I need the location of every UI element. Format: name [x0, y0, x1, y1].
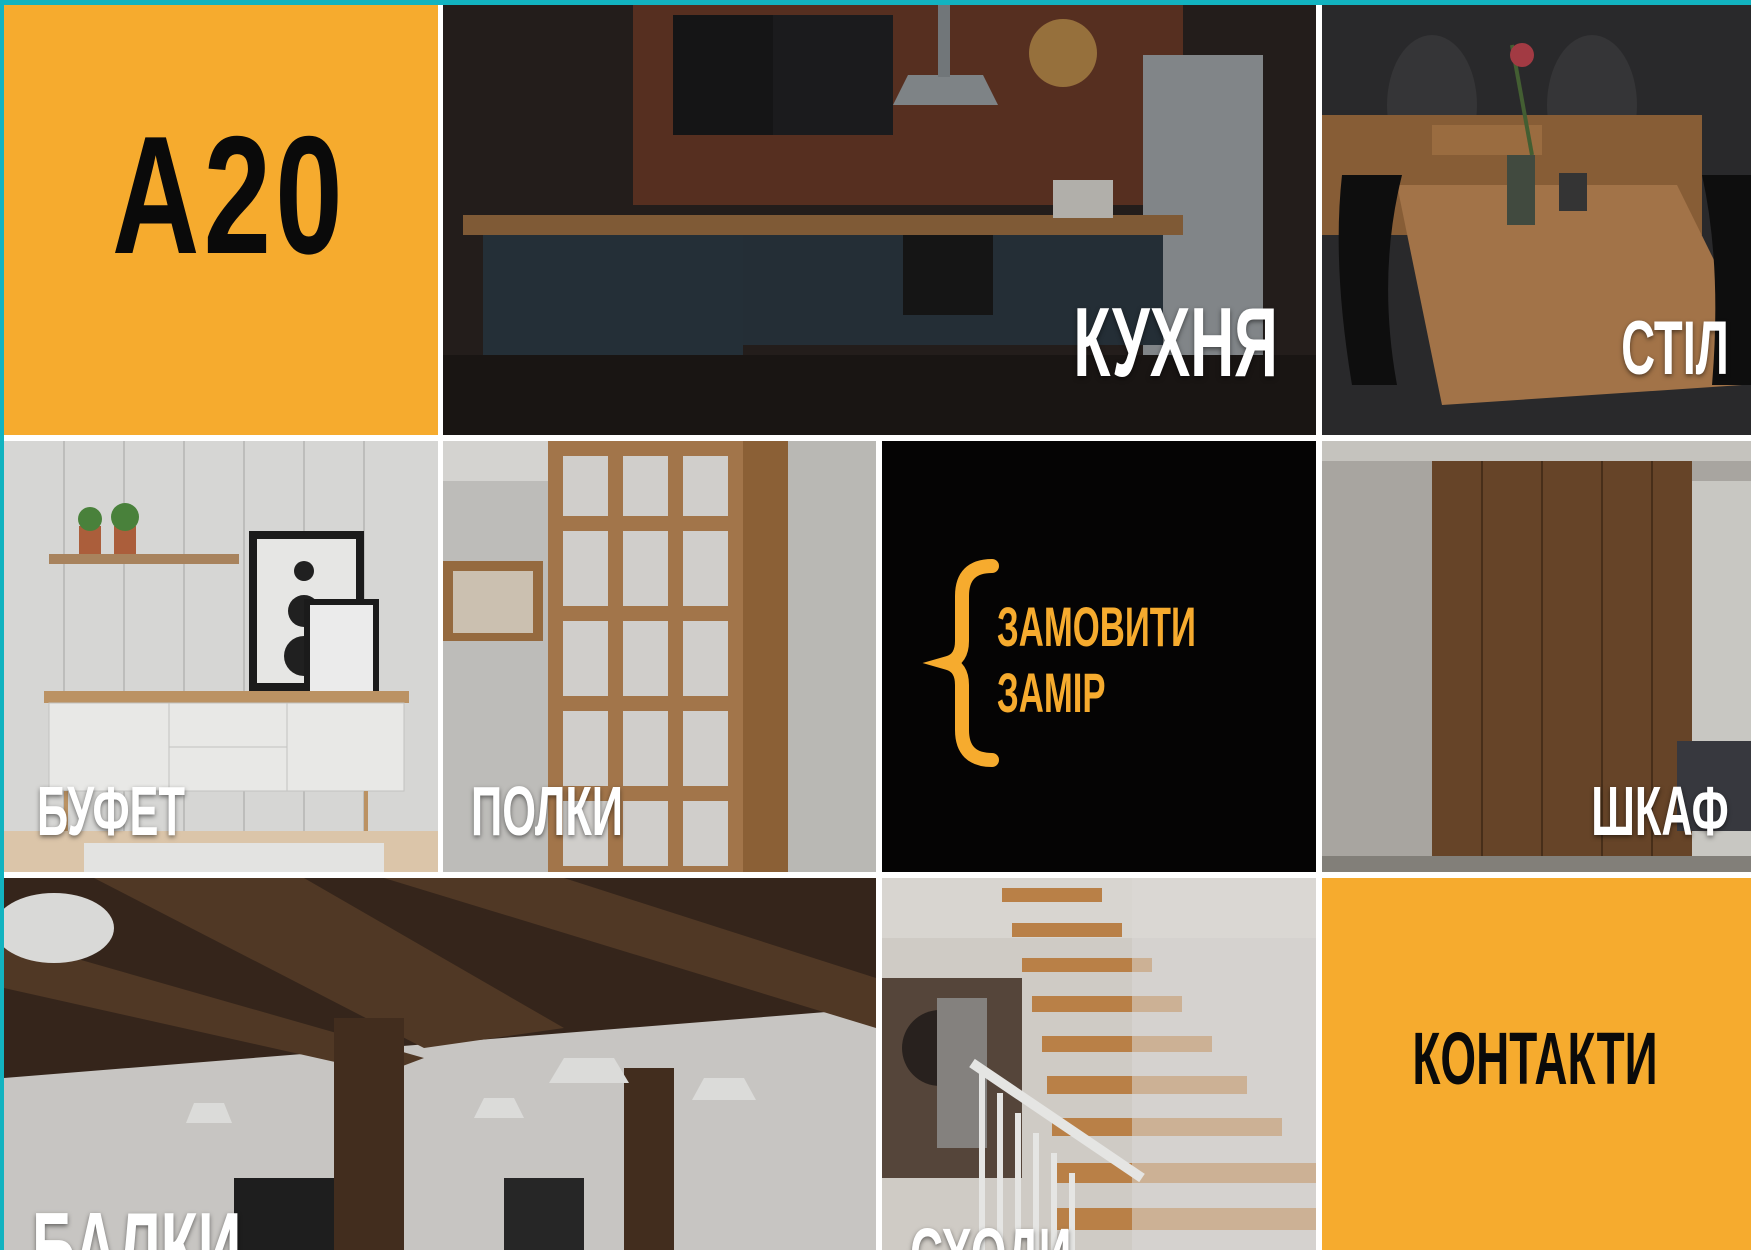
beams-label: БАЛКИ — [32, 1192, 242, 1250]
tile-wardrobe[interactable]: ШКАФ — [1322, 441, 1751, 872]
tile-order-measure[interactable]: ЗАМОВИТИ ЗАМІР — [882, 441, 1316, 872]
stairs-photo — [882, 878, 1316, 1250]
buffet-label: БУФЕТ — [37, 772, 185, 850]
tile-shelves[interactable]: ПОЛКИ — [443, 441, 876, 872]
stairs-label: СХОДИ — [910, 1218, 1072, 1250]
tile-contacts[interactable]: КОНТАКТИ — [1322, 878, 1751, 1250]
logo-text: A20 — [112, 101, 347, 289]
wardrobe-label: ШКАФ — [1591, 772, 1729, 850]
table-label: СТІЛ — [1621, 306, 1729, 391]
tile-buffet[interactable]: БУФЕТ — [4, 441, 438, 872]
order-line-2: ЗАМІР — [997, 661, 1106, 724]
tile-table[interactable]: СТІЛ — [1322, 5, 1751, 435]
tile-stairs[interactable]: СХОДИ — [882, 878, 1316, 1250]
order-line-1: ЗАМОВИТИ — [997, 595, 1196, 658]
logo-tile[interactable]: A20 — [4, 5, 438, 435]
tile-kitchen[interactable]: КУХНЯ — [443, 5, 1316, 435]
contacts-label: КОНТАКТИ — [1412, 1017, 1658, 1100]
shelves-label: ПОЛКИ — [471, 772, 624, 850]
tile-beams[interactable]: БАЛКИ — [4, 878, 876, 1250]
kitchen-label: КУХНЯ — [1073, 287, 1278, 397]
